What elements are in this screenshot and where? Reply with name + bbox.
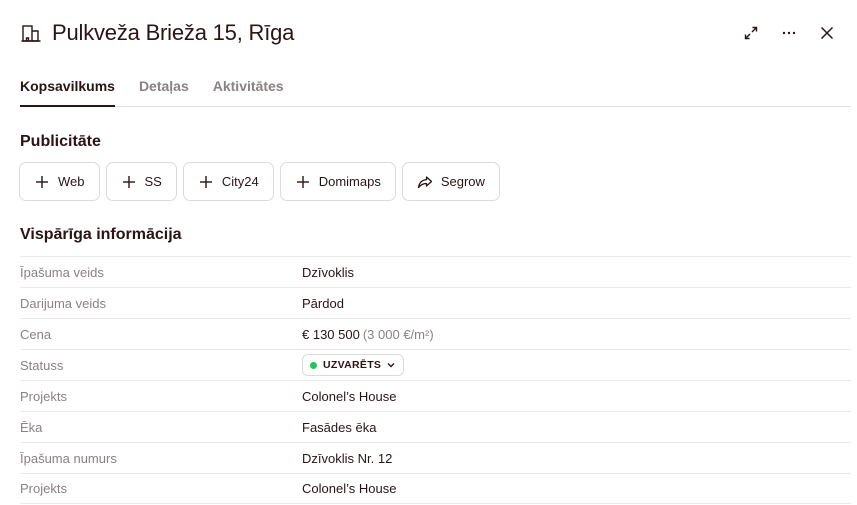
- more-icon[interactable]: [777, 21, 801, 45]
- table-row: Īpašuma veids Dzīvoklis: [20, 256, 851, 287]
- row-value: Dzīvoklis: [302, 264, 355, 280]
- table-row: Statuss UZVARĒTS: [20, 349, 851, 380]
- plus-icon: [295, 174, 311, 190]
- row-value: Colonel’s House: [302, 481, 397, 496]
- share-segrow-button[interactable]: Segrow: [401, 162, 500, 201]
- row-label: Ēka: [20, 419, 43, 435]
- tab-summary[interactable]: Kopsavilkums: [20, 74, 115, 107]
- tab-details[interactable]: Detaļas: [139, 74, 189, 107]
- button-label: City24: [221, 174, 259, 189]
- button-label: Domimaps: [318, 174, 381, 189]
- publish-domimaps-button[interactable]: Domimaps: [279, 162, 396, 201]
- publish-ss-button[interactable]: SS: [105, 162, 177, 201]
- chevron-down-icon: [386, 360, 396, 370]
- table-row: Projekts Colonel’s House: [20, 380, 851, 411]
- row-label: Darijuma veids: [20, 295, 106, 311]
- tab-bar: Kopsavilkums Detaļas Aktivitātes: [20, 74, 851, 107]
- row-value: Fasādes ēka: [302, 419, 377, 435]
- plus-icon: [121, 174, 137, 190]
- table-row: Cena € 130 500 (3 000 €/m²): [20, 318, 851, 349]
- table-row: Darijuma veids Pārdod: [20, 287, 851, 318]
- panel-header: Pulkveža Brieža 15, Rīga: [20, 18, 839, 48]
- row-label: Īpašuma numurs: [20, 450, 117, 466]
- table-row: Īpašuma numurs Dzīvoklis Nr. 12: [20, 442, 851, 473]
- publicity-buttons: Web SS City24 Domimaps Segrow: [19, 162, 500, 201]
- publish-city24-button[interactable]: City24: [182, 162, 274, 201]
- expand-icon[interactable]: [739, 21, 763, 45]
- row-label: Statuss: [20, 357, 64, 373]
- row-label: Projekts: [20, 388, 67, 404]
- status-cell: UZVARĒTS: [302, 354, 405, 376]
- row-label: Cena: [20, 326, 52, 342]
- header-actions: [739, 21, 839, 45]
- publish-web-button[interactable]: Web: [19, 162, 100, 201]
- price-value: € 130 500 (3 000 €/m²): [302, 327, 434, 342]
- button-label: Web: [58, 174, 85, 189]
- row-label: Īpašuma veids: [20, 264, 104, 280]
- table-row: Ēka Fasādes ēka: [20, 411, 851, 442]
- price-per-m2: (3 000 €/m²): [362, 326, 434, 342]
- plus-icon: [34, 174, 50, 190]
- page-title: Pulkveža Brieža 15, Rīga: [52, 20, 295, 45]
- button-label: Segrow: [440, 174, 485, 189]
- plus-icon: [198, 174, 214, 190]
- share-icon: [417, 174, 433, 190]
- table-row: Projekts Colonel’s House: [20, 473, 851, 504]
- price-amount: € 130 500: [302, 326, 360, 342]
- row-value: Dzīvoklis Nr. 12: [302, 450, 393, 466]
- status-dropdown[interactable]: UZVARĒTS: [302, 354, 405, 376]
- info-table: Īpašuma veids Dzīvoklis Darijuma veids P…: [20, 256, 851, 504]
- tab-activities[interactable]: Aktivitātes: [213, 74, 284, 107]
- row-value: Pārdod: [302, 295, 344, 311]
- status-badge: UZVARĒTS: [323, 359, 382, 371]
- building-icon: [20, 22, 42, 44]
- publicity-title: Publicitāte: [20, 133, 101, 150]
- row-value: Colonel’s House: [302, 388, 397, 404]
- status-dot: [310, 361, 317, 369]
- button-label: SS: [144, 174, 162, 189]
- close-icon[interactable]: [815, 21, 839, 45]
- general-info-title: Vispārīga informācija: [20, 226, 182, 243]
- row-label: Projekts: [20, 481, 67, 496]
